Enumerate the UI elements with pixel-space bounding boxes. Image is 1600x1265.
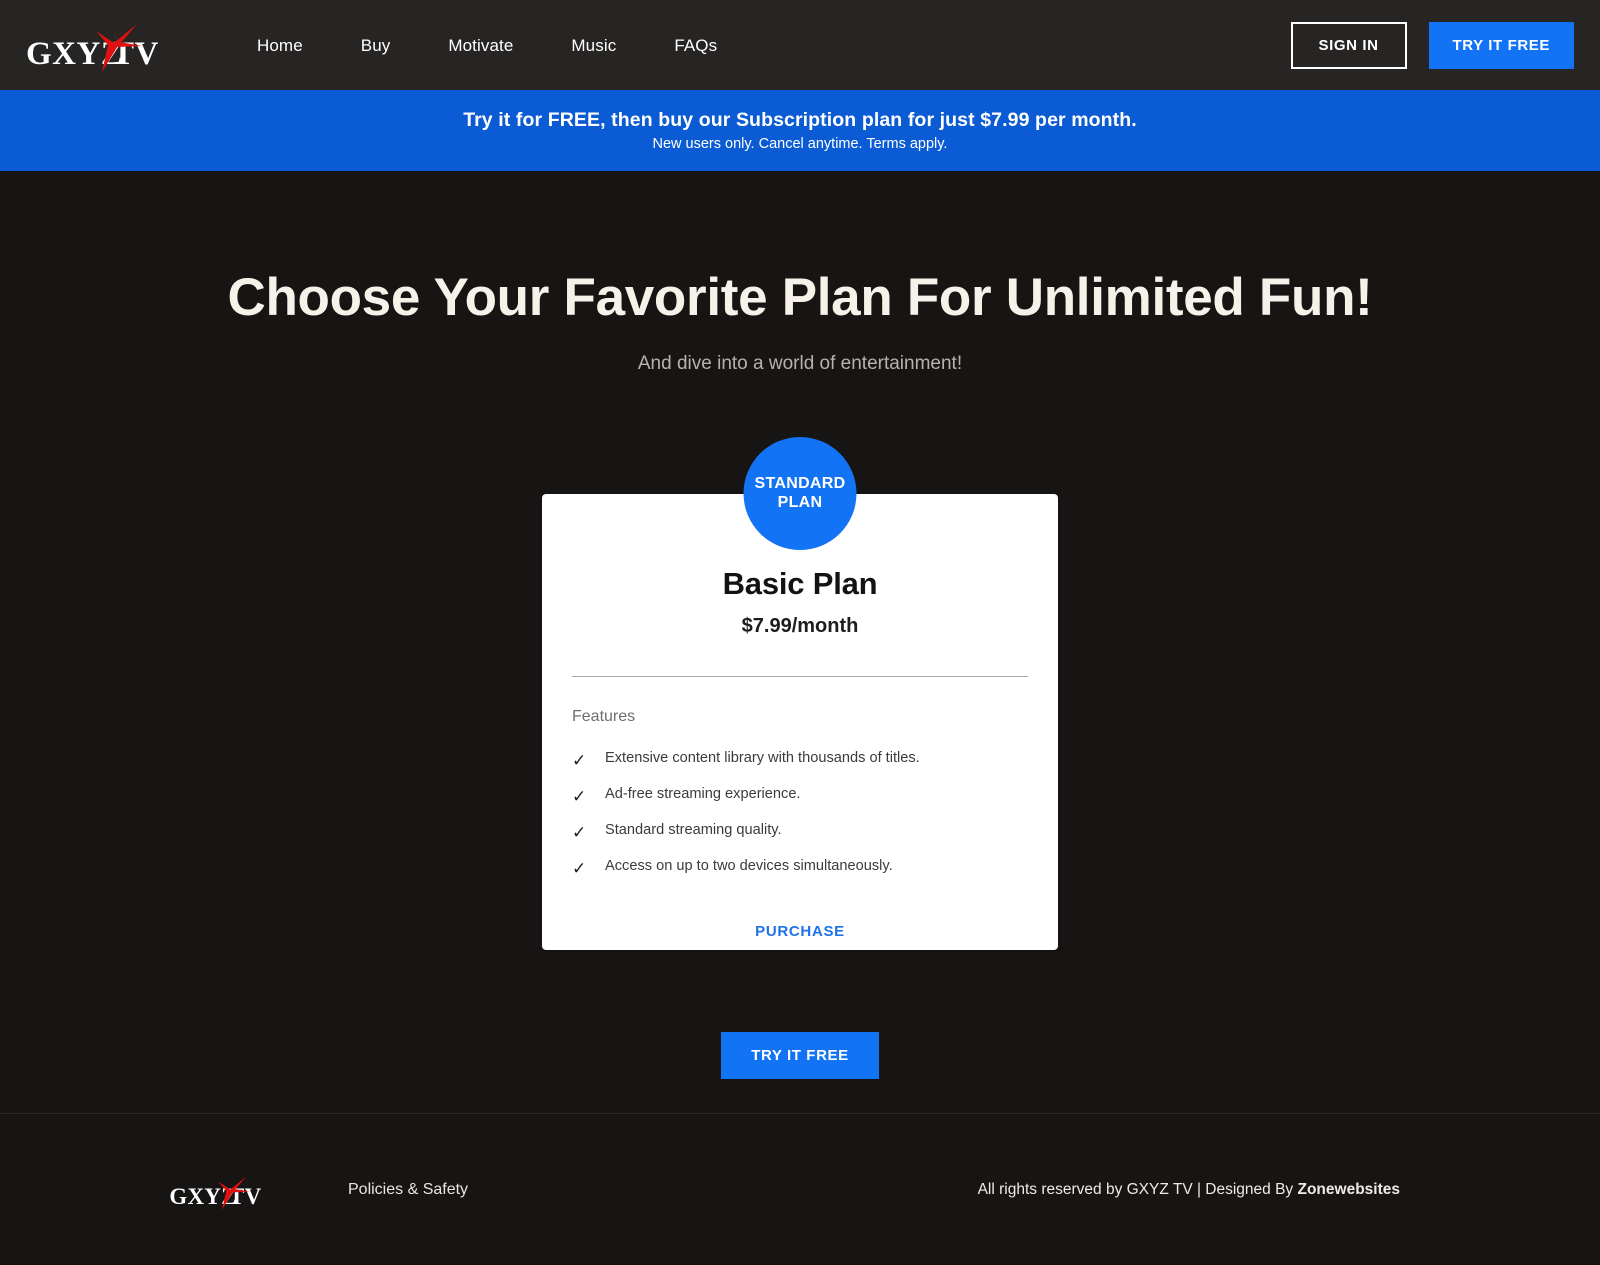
main-content: Choose Your Favorite Plan For Unlimited … <box>0 171 1600 1113</box>
feature-text: Extensive content library with thousands… <box>605 750 920 767</box>
footer-credit: All rights reserved by GXYZ TV | Designe… <box>978 1181 1400 1199</box>
try-it-free-button-header[interactable]: TRY IT FREE <box>1428 21 1574 69</box>
nav-item-faqs[interactable]: FAQs <box>645 27 746 64</box>
page-title: Choose Your Favorite Plan For Unlimited … <box>227 268 1373 327</box>
main-nav: Home Buy Motivate Music FAQs <box>228 27 746 64</box>
purchase-button[interactable]: PURCHASE <box>741 913 859 950</box>
card-divider <box>572 676 1028 678</box>
list-item: ✓ Ad-free streaming experience. <box>572 786 1028 807</box>
nav-item-buy[interactable]: Buy <box>332 27 420 64</box>
site-header: GXYZ TV Home Buy Motivate Music FAQs SIG… <box>0 0 1600 90</box>
features-label: Features <box>572 708 636 726</box>
plan-name: Basic Plan <box>722 566 878 602</box>
badge-line-1: STANDARD <box>754 475 846 493</box>
header-logo[interactable]: GXYZ TV <box>24 15 174 75</box>
promo-banner: Try it for FREE, then buy our Subscripti… <box>0 90 1600 171</box>
check-icon: ✓ <box>572 787 587 807</box>
tv-antenna-icon: GXYZ TV <box>169 1175 261 1210</box>
feature-text: Access on up to two devices simultaneous… <box>605 858 893 875</box>
try-it-free-button-main[interactable]: TRY IT FREE <box>721 1032 879 1080</box>
footer-credit-brand[interactable]: Zonewebsites <box>1298 1181 1401 1198</box>
header-actions: SIGN IN TRY IT FREE <box>1290 21 1574 69</box>
footer-link-policies-safety[interactable]: Policies & Safety <box>348 1181 468 1199</box>
tv-antenna-icon: GXYZ TV <box>26 24 158 72</box>
page-root: GXYZ TV Home Buy Motivate Music FAQs SIG… <box>0 0 1600 1265</box>
site-footer: GXYZ TV Policies & Safety All rights res… <box>0 1113 1600 1265</box>
feature-text: Standard streaming quality. <box>605 822 782 839</box>
pricing-card: Basic Plan $7.99/month Features ✓ Extens… <box>542 494 1058 951</box>
footer-logo[interactable]: GXYZ TV <box>168 1168 268 1212</box>
check-icon: ✓ <box>572 823 587 843</box>
features-list: ✓ Extensive content library with thousan… <box>572 750 1028 895</box>
nav-item-home[interactable]: Home <box>228 27 332 64</box>
list-item: ✓ Extensive content library with thousan… <box>572 750 1028 771</box>
nav-item-motivate[interactable]: Motivate <box>419 27 542 64</box>
page-subtitle: And dive into a world of entertainment! <box>637 353 963 375</box>
nav-item-music[interactable]: Music <box>542 27 645 64</box>
promo-banner-sub-text: New users only. Cancel anytime. Terms ap… <box>652 136 948 152</box>
list-item: ✓ Standard streaming quality. <box>572 822 1028 843</box>
feature-text: Ad-free streaming experience. <box>605 786 801 803</box>
pricing-card-wrapper: STANDARD PLAN Basic Plan $7.99/month Fea… <box>542 437 1058 951</box>
standard-plan-badge: STANDARD PLAN <box>743 437 857 551</box>
sign-in-button[interactable]: SIGN IN <box>1290 21 1407 69</box>
badge-line-2: PLAN <box>777 493 823 511</box>
check-icon: ✓ <box>572 859 587 879</box>
list-item: ✓ Access on up to two devices simultaneo… <box>572 858 1028 879</box>
promo-banner-main-text: Try it for FREE, then buy our Subscripti… <box>463 109 1137 131</box>
plan-price: $7.99/month <box>741 615 859 638</box>
check-icon: ✓ <box>572 751 587 771</box>
footer-credit-prefix: All rights reserved by GXYZ TV | Designe… <box>977 1180 1298 1198</box>
